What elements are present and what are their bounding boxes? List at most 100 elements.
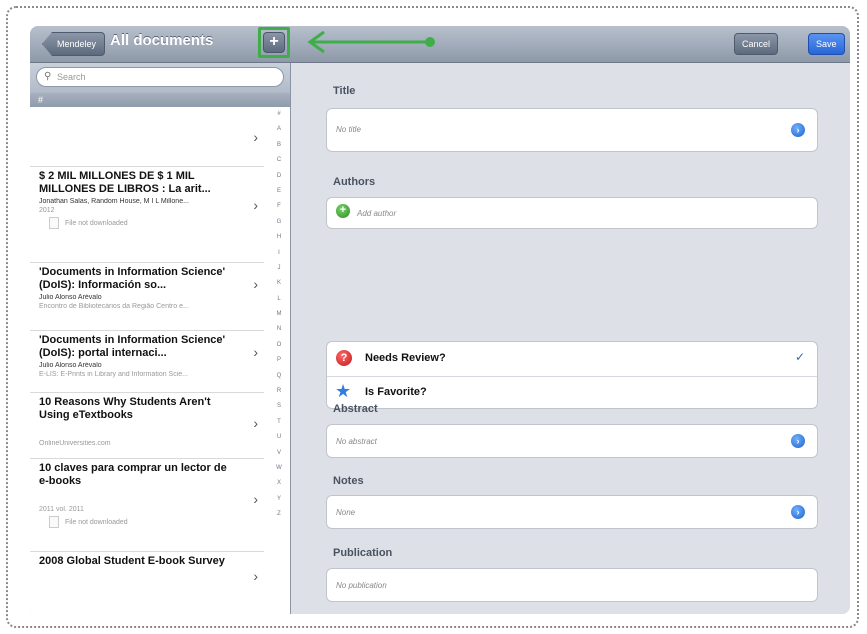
section-header: # [30, 93, 290, 107]
list-item[interactable]: 'Documents in Information Science' (DoIS… [30, 263, 264, 331]
index-letter[interactable]: C [272, 153, 286, 168]
is-favorite-row[interactable]: ★ Is Favorite? [327, 376, 817, 410]
list-item[interactable]: 2008 Global Student E-book Survey › [30, 552, 264, 600]
abstract-value: No abstract [336, 437, 377, 446]
document-authors: Julio Alonso Arévalo [39, 362, 102, 369]
chevron-right-icon: › [253, 568, 258, 584]
document-authors: Jonathan Salas, Random House, M I L Mill… [39, 198, 189, 205]
index-letter[interactable]: Y [272, 492, 286, 507]
index-letter[interactable]: P [272, 353, 286, 368]
search-icon: ⚲ [44, 71, 52, 82]
publication-label: Publication [333, 547, 393, 559]
index-letter[interactable]: T [272, 415, 286, 430]
is-favorite-label: Is Favorite? [365, 386, 427, 398]
notes-field[interactable]: None › [326, 495, 818, 529]
index-letter[interactable]: N [272, 322, 286, 337]
add-author-text: Add author [357, 209, 397, 218]
index-letter[interactable]: W [272, 461, 286, 476]
document-title: 2008 Global Student E-book Survey [39, 555, 225, 567]
list-item[interactable]: 10 Reasons Why Students Aren't Using eTe… [30, 393, 264, 459]
needs-review-label: Needs Review? [365, 352, 446, 364]
index-letter[interactable]: Q [272, 369, 286, 384]
search-input[interactable]: Search [36, 67, 284, 87]
index-letter[interactable]: U [272, 430, 286, 445]
index-letter[interactable]: R [272, 384, 286, 399]
index-letter[interactable]: S [272, 399, 286, 414]
publication-field[interactable]: No publication [326, 568, 818, 602]
chevron-right-icon: › [253, 491, 258, 507]
publication-value: No publication [336, 581, 387, 590]
index-letter[interactable]: V [272, 446, 286, 461]
abstract-label: Abstract [333, 403, 378, 415]
abstract-field[interactable]: No abstract › [326, 424, 818, 458]
download-status: File not downloaded [39, 217, 258, 229]
annotation-arrow-icon [307, 30, 435, 54]
document-authors: Julio Alonso Arévalo [39, 294, 102, 301]
index-letter[interactable]: L [272, 292, 286, 307]
list-item[interactable]: $ 2 MIL MILLONES DE $ 1 MIL MILLONES DE … [30, 167, 264, 263]
download-status-text: File not downloaded [65, 518, 128, 526]
document-icon [49, 217, 59, 229]
index-letter[interactable]: A [272, 122, 286, 137]
title-field[interactable]: No title › [326, 108, 818, 152]
index-letter[interactable]: F [272, 199, 286, 214]
index-letter[interactable]: M [272, 307, 286, 322]
needs-review-row[interactable]: ? Needs Review? ✓ [327, 342, 817, 377]
alphabet-index[interactable]: # A B C D E F G H I J K L M N O P Q R S … [272, 107, 286, 614]
document-meta: 2011 vol. 2011 [39, 506, 84, 513]
chevron-right-icon: › [253, 415, 258, 431]
question-mark-icon: ? [336, 350, 352, 366]
list-item[interactable]: › [30, 107, 264, 167]
index-letter[interactable]: X [272, 476, 286, 491]
document-title: 'Documents in Information Science' (DoIS… [39, 334, 226, 359]
index-letter[interactable]: E [272, 184, 286, 199]
download-status-text: File not downloaded [65, 219, 128, 227]
index-letter[interactable]: O [272, 338, 286, 353]
download-status: File not downloaded [39, 516, 258, 528]
document-meta: 2012 [39, 207, 55, 214]
document-list: › $ 2 MIL MILLONES DE $ 1 MIL MILLONES D… [30, 107, 264, 600]
cancel-button[interactable]: Cancel [734, 33, 779, 55]
document-title: $ 2 MIL MILLONES DE $ 1 MIL MILLONES DE … [39, 170, 211, 195]
index-letter[interactable]: I [272, 246, 286, 261]
chevron-right-icon: › [253, 197, 258, 213]
index-letter[interactable]: J [272, 261, 286, 276]
notes-label: Notes [333, 475, 364, 487]
add-document-button[interactable]: + [263, 32, 285, 53]
star-icon: ★ [335, 381, 352, 401]
title-label: Title [333, 85, 356, 97]
search-bar: Search ⚲ [30, 63, 290, 93]
chevron-right-icon: › [253, 129, 258, 145]
document-title: 10 Reasons Why Students Aren't Using eTe… [39, 396, 211, 421]
chevron-right-icon: › [253, 344, 258, 360]
index-letter[interactable]: B [272, 138, 286, 153]
index-letter[interactable]: G [272, 215, 286, 230]
document-title: 'Documents in Information Science' (DoIS… [39, 266, 226, 291]
disclosure-arrow-icon[interactable]: › [791, 123, 805, 137]
list-item[interactable]: 'Documents in Information Science' (DoIS… [30, 331, 264, 393]
index-letter[interactable]: H [272, 230, 286, 245]
chevron-right-icon: › [253, 276, 258, 292]
index-letter[interactable]: Z [272, 507, 286, 522]
back-button[interactable]: Mendeley [42, 32, 106, 56]
save-button[interactable]: Save [808, 33, 845, 55]
notes-value: None [336, 508, 356, 517]
authors-field[interactable]: + Add author [326, 197, 818, 229]
index-letter[interactable]: D [272, 169, 286, 184]
document-title: 10 claves para comprar un lector de e-bo… [39, 462, 227, 487]
add-circle-icon[interactable]: + [336, 204, 350, 218]
checkmark-icon: ✓ [794, 350, 805, 364]
document-meta: Encontro de Bibliotecários da Região Cen… [39, 303, 189, 310]
document-meta: E-LIS: E-Prints in Library and Informati… [39, 371, 189, 378]
disclosure-arrow-icon[interactable]: › [791, 505, 805, 519]
list-item[interactable]: 10 claves para comprar un lector de e-bo… [30, 459, 264, 552]
toolbar: Mendeley All documents + Cancel Save [30, 26, 850, 63]
document-detail-pane: Title No title › Authors + Add author ? … [291, 63, 850, 614]
flags-group: ? Needs Review? ✓ ★ Is Favorite? [326, 341, 818, 409]
index-letter[interactable]: # [272, 107, 286, 122]
page-title: All documents [110, 32, 214, 49]
authors-label: Authors [333, 176, 376, 188]
document-list-pane: Search ⚲ # › $ 2 MIL MILLONES DE $ 1 MIL… [30, 63, 291, 614]
disclosure-arrow-icon[interactable]: › [791, 434, 805, 448]
index-letter[interactable]: K [272, 276, 286, 291]
